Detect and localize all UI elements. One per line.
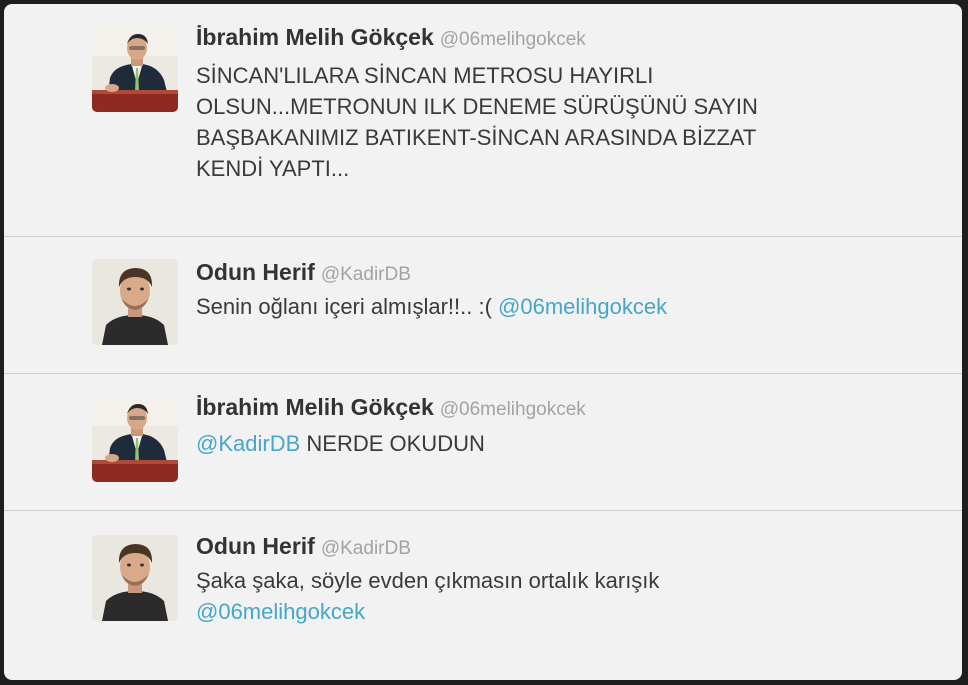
tweet-text: SİNCAN'LILARA SİNCAN METROSU HAYIRLI OLS…: [196, 60, 896, 184]
man-in-suit-avatar-icon: [92, 26, 178, 112]
tweet-item: İbrahim Melih Gökçek @06melihgokcek @Kadi…: [4, 374, 962, 511]
tweet-text: Şaka şaka, söyle evden çıkmasın ortalık …: [196, 565, 896, 627]
author-name[interactable]: İbrahim Melih Gökçek: [196, 394, 434, 420]
author-name[interactable]: Odun Herif: [196, 259, 315, 285]
author-name[interactable]: İbrahim Melih Gökçek: [196, 24, 434, 50]
author-handle[interactable]: @06melihgokcek: [440, 29, 586, 50]
avatar[interactable]: [92, 259, 178, 345]
young-man-avatar-icon: [92, 259, 178, 345]
tweet-text-line: @KadirDB NERDE OKUDUN: [196, 428, 896, 459]
avatar[interactable]: [92, 396, 178, 482]
tweet-text-line: Senin oğlanı içeri almışlar!!.. :( @06me…: [196, 291, 896, 322]
tweet-conversation: İbrahim Melih Gökçek @06melihgokcek SİNCA…: [4, 4, 962, 680]
tweet-header: İbrahim Melih Gökçek @06melihgokcek: [196, 392, 586, 426]
author-handle[interactable]: @KadirDB: [321, 264, 411, 285]
tweet-header: Odun Herif @KadirDB: [196, 257, 411, 291]
author-handle[interactable]: @06melihgokcek: [440, 399, 586, 420]
tweet-text-line: KENDİ YAPTI...: [196, 156, 350, 181]
tweet-header: Odun Herif @KadirDB: [196, 531, 411, 565]
tweet-header: İbrahim Melih Gökçek @06melihgokcek: [196, 22, 586, 56]
mention-link[interactable]: @06melihgokcek: [196, 596, 896, 627]
mention-link[interactable]: @KadirDB: [196, 431, 300, 456]
man-in-suit-avatar-icon: [92, 396, 178, 482]
author-handle[interactable]: @KadirDB: [321, 538, 411, 559]
tweet-text-line: SİNCAN'LILARA SİNCAN METROSU HAYIRLI: [196, 63, 654, 88]
tweet-body: NERDE OKUDUN: [306, 431, 485, 456]
tweet-body: Senin oğlanı içeri almışlar!!.. :(: [196, 294, 492, 319]
avatar[interactable]: [92, 26, 178, 112]
tweet-body: Şaka şaka, söyle evden çıkmasın ortalık …: [196, 568, 660, 593]
tweet-text-line: BAŞBAKANIMIZ BATIKENT-SİNCAN ARASINDA Bİ…: [196, 125, 757, 150]
tweet-item: İbrahim Melih Gökçek @06melihgokcek SİNCA…: [4, 4, 962, 237]
tweet-text-line: OLSUN...METRONUN ILK DENEME SÜRÜŞÜNÜ SAY…: [196, 94, 758, 119]
tweet-text: @KadirDB NERDE OKUDUN: [196, 428, 896, 459]
author-name[interactable]: Odun Herif: [196, 533, 315, 559]
avatar[interactable]: [92, 535, 178, 621]
tweet-item: Odun Herif @KadirDB Şaka şaka, söyle evde…: [4, 511, 962, 680]
tweet-text: Senin oğlanı içeri almışlar!!.. :( @06me…: [196, 291, 896, 322]
tweet-item: Odun Herif @KadirDB Senin oğlanı içeri al…: [4, 237, 962, 374]
mention-link[interactable]: @06melihgokcek: [498, 294, 667, 319]
young-man-avatar-icon: [92, 535, 178, 621]
